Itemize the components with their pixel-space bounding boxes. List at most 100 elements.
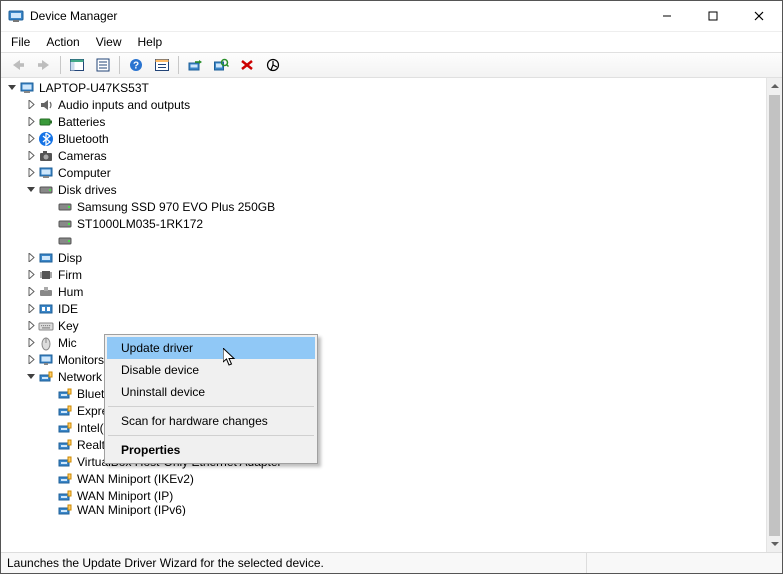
toolbar-uninstall-button[interactable] xyxy=(235,54,259,76)
expand-icon[interactable] xyxy=(24,98,38,112)
toolbar-properties-button[interactable] xyxy=(91,54,115,76)
ctx-label: Properties xyxy=(121,443,180,457)
chip-icon xyxy=(38,267,54,283)
expand-icon[interactable] xyxy=(24,251,38,265)
menu-action[interactable]: Action xyxy=(38,34,87,50)
collapse-icon[interactable] xyxy=(5,81,19,95)
ctx-label: Update driver xyxy=(121,341,193,355)
network-adapter-icon xyxy=(57,437,73,453)
tree-category-computer[interactable]: Computer xyxy=(1,164,766,181)
keyboard-icon xyxy=(38,318,54,334)
device-manager-window: Device Manager File Action View Help xyxy=(0,0,783,574)
ctx-uninstall-device[interactable]: Uninstall device xyxy=(107,381,315,403)
computer-icon xyxy=(19,80,35,96)
collapse-icon[interactable] xyxy=(24,183,38,197)
mouse-icon xyxy=(38,335,54,351)
expand-icon[interactable] xyxy=(24,132,38,146)
camera-icon xyxy=(38,148,54,164)
tree-category-hid[interactable]: Hum xyxy=(1,283,766,300)
ctx-scan-hardware[interactable]: Scan for hardware changes xyxy=(107,410,315,432)
controller-icon xyxy=(38,301,54,317)
tree-label: Audio inputs and outputs xyxy=(58,98,190,112)
toolbar-forward-button[interactable] xyxy=(32,54,56,76)
menu-bar: File Action View Help xyxy=(1,32,782,52)
expand-icon[interactable] xyxy=(24,353,38,367)
disk-icon xyxy=(57,216,73,232)
ctx-disable-device[interactable]: Disable device xyxy=(107,359,315,381)
expand-icon[interactable] xyxy=(24,336,38,350)
scroll-up-button[interactable] xyxy=(767,78,782,94)
hid-icon xyxy=(38,284,54,300)
tree-label: Key xyxy=(58,319,79,333)
status-bar: Launches the Update Driver Wizard for th… xyxy=(1,552,782,573)
tree-category-cameras[interactable]: Cameras xyxy=(1,147,766,164)
tree-device-network[interactable]: WAN Miniport (IPv6) xyxy=(1,504,766,516)
tree-device-disk-selected[interactable] xyxy=(1,232,766,249)
menu-view[interactable]: View xyxy=(88,34,130,50)
speaker-icon xyxy=(38,97,54,113)
ctx-update-driver[interactable]: Update driver xyxy=(107,337,315,359)
tree-label: LAPTOP-U47KS53T xyxy=(39,81,149,95)
network-adapter-icon xyxy=(57,488,73,504)
vertical-scrollbar[interactable] xyxy=(766,78,782,552)
tree-category-batteries[interactable]: Batteries xyxy=(1,113,766,130)
network-adapter-icon xyxy=(57,471,73,487)
tree-label: Samsung SSD 970 EVO Plus 250GB xyxy=(77,200,275,214)
tree-device-network[interactable]: WAN Miniport (IKEv2) xyxy=(1,470,766,487)
minimize-button[interactable] xyxy=(644,1,690,31)
ctx-properties[interactable]: Properties xyxy=(107,439,315,461)
tree-device-network[interactable]: WAN Miniport (IP) xyxy=(1,487,766,504)
tree-category-keyboard[interactable]: Key xyxy=(1,317,766,334)
tree-label: WAN Miniport (IP) xyxy=(77,489,173,503)
expand-icon[interactable] xyxy=(24,166,38,180)
tree-device-disk[interactable]: Samsung SSD 970 EVO Plus 250GB xyxy=(1,198,766,215)
tree-label: Cameras xyxy=(58,149,107,163)
monitor-icon xyxy=(38,352,54,368)
toolbar-help-button[interactable]: ? xyxy=(124,54,148,76)
tree-label: Mic xyxy=(58,336,77,350)
toolbar-separator xyxy=(178,56,179,74)
expand-icon[interactable] xyxy=(24,149,38,163)
toolbar-action-button[interactable] xyxy=(150,54,174,76)
toolbar-disable-button[interactable] xyxy=(261,54,285,76)
tree-label: ST1000LM035-1RK172 xyxy=(77,217,203,231)
expand-icon[interactable] xyxy=(24,319,38,333)
toolbar-show-hide-console-tree-button[interactable] xyxy=(65,54,89,76)
device-tree[interactable]: LAPTOP-U47KS53T Audio inputs and outputs… xyxy=(1,78,766,552)
tree-category-firmware[interactable]: Firm xyxy=(1,266,766,283)
toolbar-separator xyxy=(60,56,61,74)
tree-category-bluetooth[interactable]: Bluetooth xyxy=(1,130,766,147)
tree-category-ide[interactable]: IDE xyxy=(1,300,766,317)
expand-icon[interactable] xyxy=(24,115,38,129)
tree-label: Bluetooth xyxy=(58,132,109,146)
scroll-thumb[interactable] xyxy=(769,95,780,552)
menu-help[interactable]: Help xyxy=(130,34,171,50)
tree-category-disk-drives[interactable]: Disk drives xyxy=(1,181,766,198)
tree-root[interactable]: LAPTOP-U47KS53T xyxy=(1,79,766,96)
ctx-label: Scan for hardware changes xyxy=(121,414,268,428)
tree-label: IDE xyxy=(58,302,78,316)
expand-icon[interactable] xyxy=(24,285,38,299)
battery-icon xyxy=(38,114,54,130)
tree-category-display[interactable]: Disp xyxy=(1,249,766,266)
scroll-down-button[interactable] xyxy=(767,536,782,552)
collapse-icon[interactable] xyxy=(24,370,38,384)
toolbar-update-driver-button[interactable] xyxy=(183,54,207,76)
close-button[interactable] xyxy=(736,1,782,31)
network-adapter-icon xyxy=(57,454,73,470)
tree-label: Batteries xyxy=(58,115,105,129)
tree-device-disk[interactable]: ST1000LM035-1RK172 xyxy=(1,215,766,232)
network-adapter-icon xyxy=(57,420,73,436)
tree-category-audio[interactable]: Audio inputs and outputs xyxy=(1,96,766,113)
tree-label: Firm xyxy=(58,268,82,282)
maximize-button[interactable] xyxy=(690,1,736,31)
context-menu: Update driver Disable device Uninstall d… xyxy=(104,334,318,464)
expand-icon[interactable] xyxy=(24,302,38,316)
toolbar-scan-hardware-button[interactable] xyxy=(209,54,233,76)
toolbar-separator xyxy=(119,56,120,74)
main-area: LAPTOP-U47KS53T Audio inputs and outputs… xyxy=(1,78,782,552)
expand-icon[interactable] xyxy=(24,268,38,282)
toolbar-back-button[interactable] xyxy=(6,54,30,76)
menu-file[interactable]: File xyxy=(3,34,38,50)
ctx-separator xyxy=(108,435,314,436)
